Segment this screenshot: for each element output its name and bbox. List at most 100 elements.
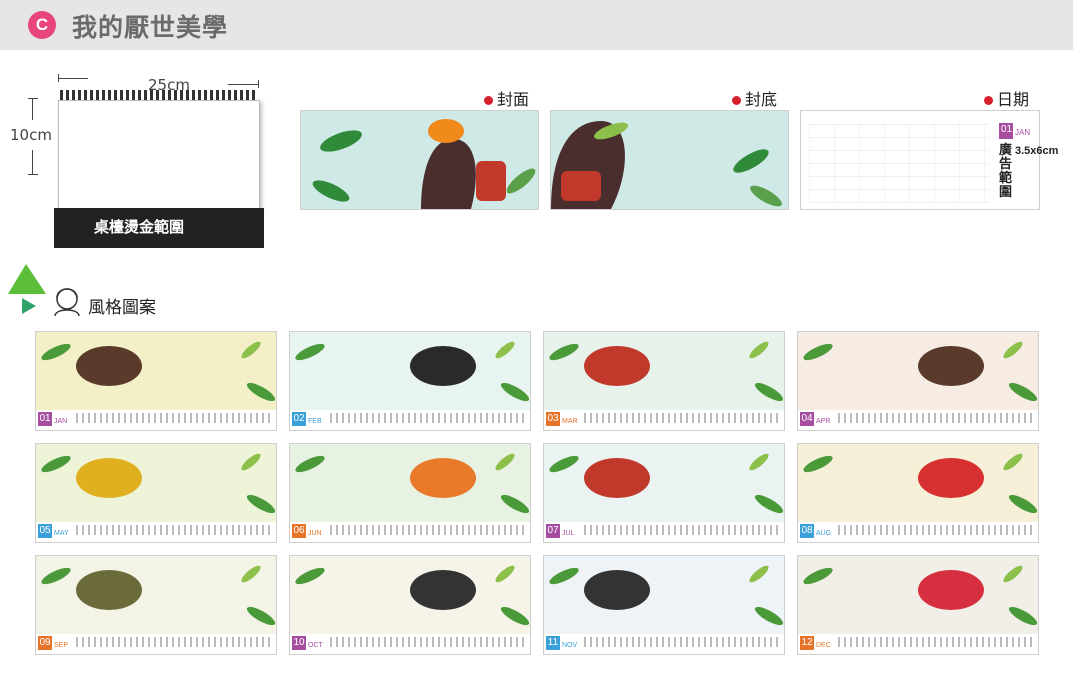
speech-bubble xyxy=(76,458,142,498)
animal-artwork xyxy=(295,565,530,626)
speech-bubble xyxy=(918,570,984,610)
dimension-line xyxy=(228,84,258,85)
month-name: NOV xyxy=(562,642,578,649)
speech-bubble xyxy=(410,458,476,498)
animal-artwork xyxy=(41,453,276,514)
day-numbers xyxy=(76,637,271,647)
dimension-line xyxy=(32,150,33,174)
month-number: 12 xyxy=(800,636,814,650)
day-numbers xyxy=(330,637,525,647)
month-name: JAN xyxy=(1015,128,1031,137)
month-number: 10 xyxy=(292,636,306,650)
day-numbers xyxy=(584,637,779,647)
animal-artwork xyxy=(41,341,276,402)
day-numbers xyxy=(838,413,1033,423)
back-label: 封底 xyxy=(732,86,777,110)
month-illustration xyxy=(544,444,784,522)
month-card: 12 DEC xyxy=(797,555,1039,655)
calendar-grid xyxy=(809,123,989,203)
month-card: 10 OCT xyxy=(289,555,531,655)
month-name: JUL xyxy=(562,530,575,537)
month-illustration xyxy=(798,332,1038,410)
day-numbers xyxy=(330,525,525,535)
month-name: OCT xyxy=(308,642,323,649)
desk-calendar-illustration: 桌檯燙金範圍 xyxy=(50,90,270,258)
speech-bubble xyxy=(918,346,984,386)
day-numbers xyxy=(838,525,1033,535)
month-number: 04 xyxy=(800,412,814,426)
speech-bubble xyxy=(584,570,650,610)
ad-size-label: 3.5x6cm xyxy=(1015,145,1059,157)
animal-artwork xyxy=(295,341,530,402)
date-preview: 01 JAN 廣告範圍 3.5x6cm xyxy=(800,110,1059,210)
foil-area-label: 桌檯燙金範圍 xyxy=(94,219,185,236)
calendar-stand: 桌檯燙金範圍 xyxy=(54,208,264,248)
animal-artwork xyxy=(803,453,1038,514)
month-name: SEP xyxy=(54,642,69,649)
page-header: C 我的厭世美學 xyxy=(0,0,1073,50)
day-numbers xyxy=(330,413,525,423)
month-card: 04 APR xyxy=(797,331,1039,431)
calendar-page xyxy=(58,100,260,210)
day-numbers xyxy=(76,413,271,423)
style-section-title: 風格圖案 xyxy=(88,298,156,317)
month-number: 09 xyxy=(38,636,52,650)
month-illustration xyxy=(36,444,276,522)
animal-artwork xyxy=(549,565,784,626)
day-numbers xyxy=(76,525,271,535)
month-illustration xyxy=(36,332,276,410)
speech-bubble xyxy=(918,458,984,498)
month-name: MAR xyxy=(562,418,578,425)
month-card: 01 JAN xyxy=(35,331,277,431)
dimension-tick xyxy=(258,80,259,88)
animal-artwork xyxy=(295,453,530,514)
month-number: 01 xyxy=(38,412,52,426)
day-numbers xyxy=(584,413,779,423)
green-triangle-icon xyxy=(8,264,46,314)
dimension-line xyxy=(32,98,33,120)
back-cover-preview xyxy=(550,110,789,210)
animal-artwork xyxy=(41,565,276,626)
month-number: 06 xyxy=(292,524,306,538)
month-card: 11 NOV xyxy=(543,555,785,655)
month-number: 01 xyxy=(1001,124,1013,135)
speech-bubble xyxy=(76,346,142,386)
month-number: 08 xyxy=(800,524,814,538)
height-dimension-label: 10cm xyxy=(10,126,52,144)
section-badge: C xyxy=(28,11,56,39)
red-dot-icon xyxy=(484,96,493,106)
month-name: MAY xyxy=(54,530,69,537)
speech-bubble xyxy=(584,458,650,498)
month-name: DEC xyxy=(816,642,831,649)
back-cover-illustration xyxy=(551,121,782,209)
dimension-tick xyxy=(28,98,38,99)
month-name: AUG xyxy=(816,530,832,537)
month-number: 05 xyxy=(38,524,52,538)
month-card: 05 MAY xyxy=(35,443,277,543)
month-name: JUN xyxy=(308,530,322,537)
month-name: JAN xyxy=(54,418,68,425)
month-illustration xyxy=(290,444,530,522)
month-number: 02 xyxy=(292,412,306,426)
month-number: 07 xyxy=(546,524,560,538)
cover-preview xyxy=(300,110,539,210)
animal-artwork xyxy=(803,565,1038,626)
girl-face-icon xyxy=(54,288,80,317)
month-illustration xyxy=(290,332,530,410)
day-numbers xyxy=(584,525,779,535)
animal-artwork xyxy=(549,453,784,514)
month-illustration xyxy=(290,556,530,634)
month-name: APR xyxy=(816,418,831,425)
month-number: 03 xyxy=(546,412,560,426)
month-number: 11 xyxy=(546,636,560,650)
red-dot-icon xyxy=(984,96,993,106)
month-illustration xyxy=(798,556,1038,634)
month-illustration xyxy=(798,444,1038,522)
month-card: 02 FEB xyxy=(289,331,531,431)
red-dot-icon xyxy=(732,96,741,106)
month-card: 09 SEP xyxy=(35,555,277,655)
month-illustration xyxy=(36,556,276,634)
speech-bubble xyxy=(410,346,476,386)
month-card: 06 JUN xyxy=(289,443,531,543)
month-card: 08 AUG xyxy=(797,443,1039,543)
